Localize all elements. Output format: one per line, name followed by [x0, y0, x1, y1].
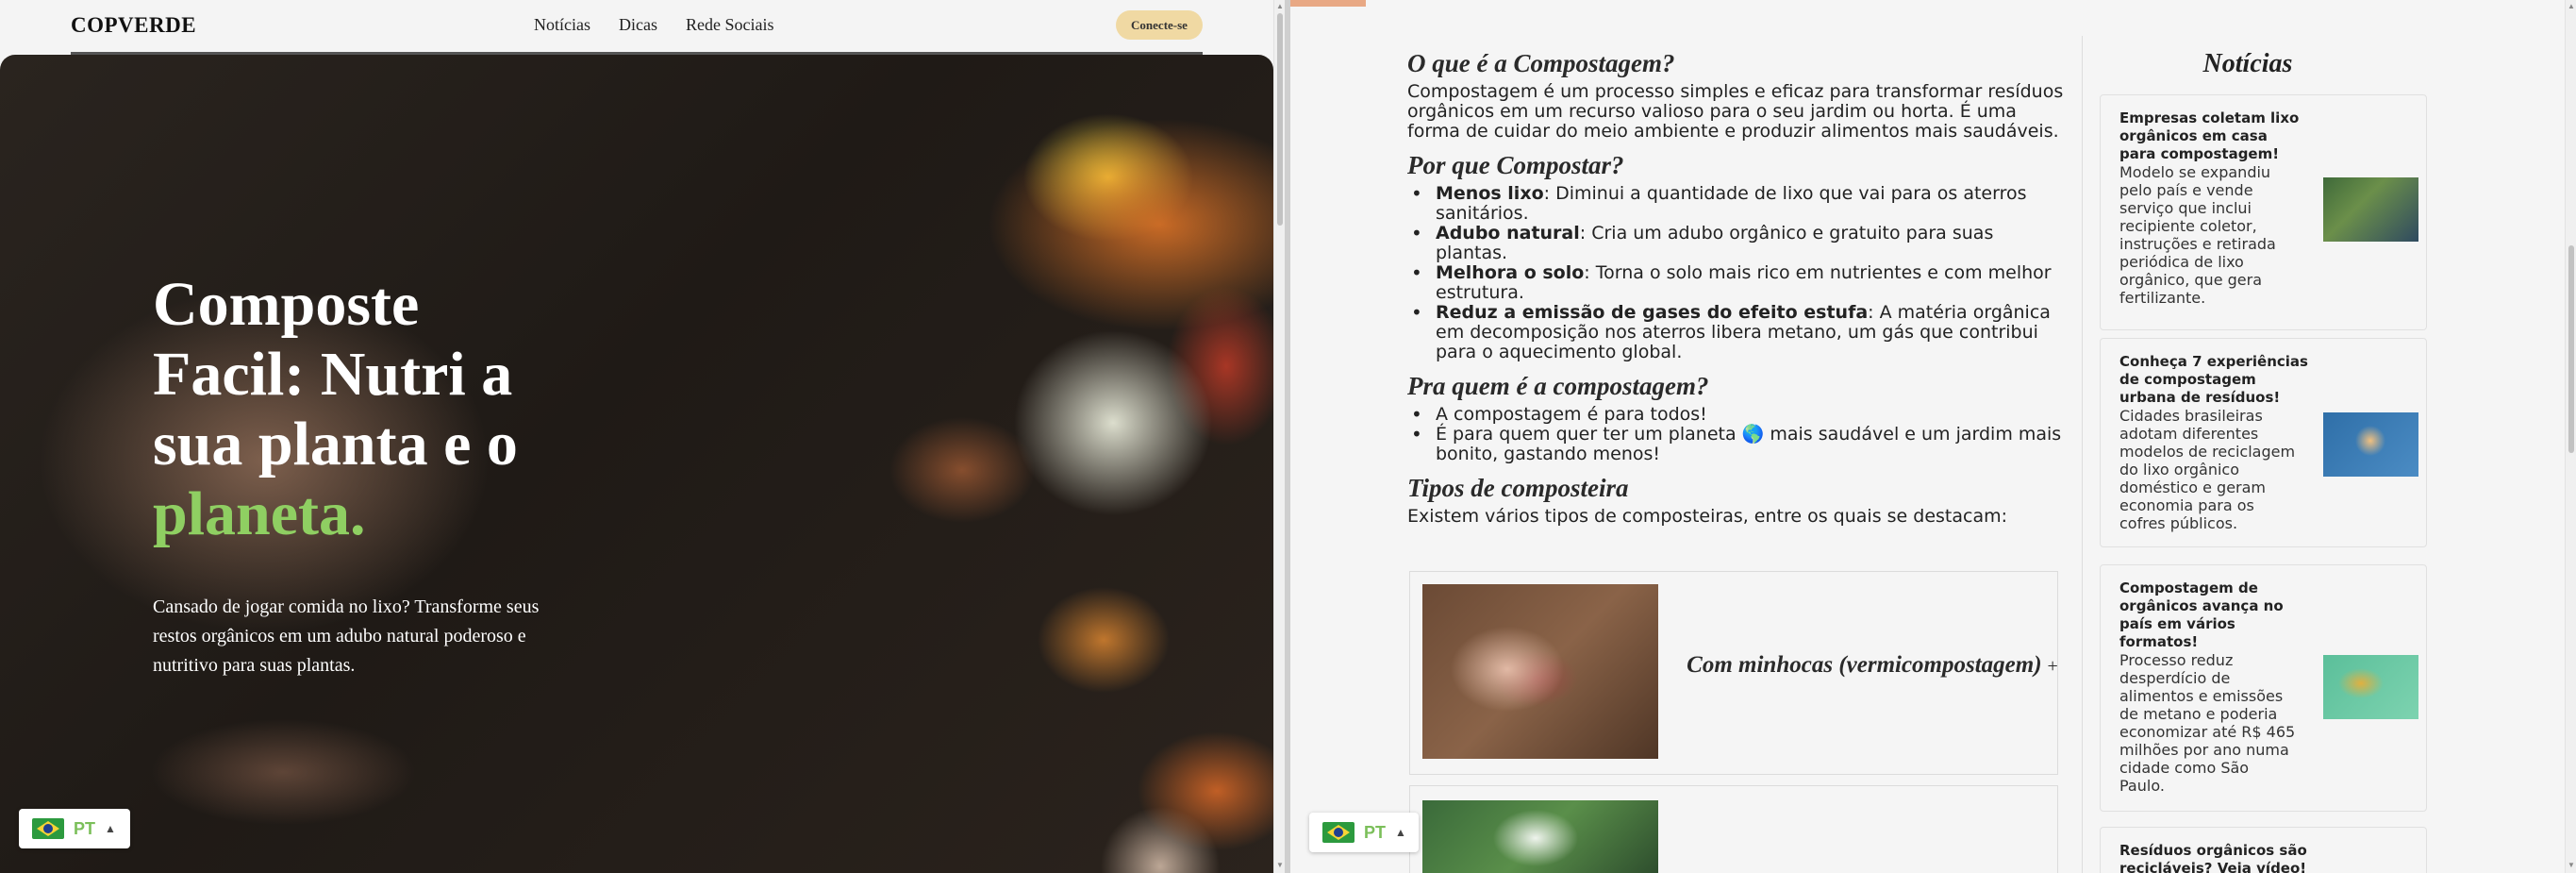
news-card[interactable]: Conheça 7 experiências de compostagem ur…: [2100, 338, 2427, 547]
news-description: Processo reduz desperdício de alimentos …: [2119, 651, 2296, 795]
right-scrollbar-thumb[interactable]: [2568, 245, 2574, 453]
list-item: É para quem quer ter um planeta 🌎 mais s…: [1407, 425, 2068, 464]
brazil-flag-icon: [1322, 822, 1354, 843]
language-code: PT: [74, 818, 96, 838]
right-browser-pane: O que é a Compostagem? Compostagem é um …: [1290, 0, 2576, 873]
scroll-down-icon[interactable]: ▼: [1276, 861, 1284, 869]
scroll-up-icon[interactable]: ▲: [2568, 2, 2575, 10]
nav-links: Notícias Dicas Rede Sociais: [534, 15, 802, 35]
article-content: O que é a Compostagem? Compostagem é um …: [1407, 49, 2068, 536]
hero-title-line-3: sua planta e o: [153, 410, 518, 478]
news-card[interactable]: Resíduos orgânicos são recicláveis? Veja…: [2100, 827, 2427, 873]
brand-logo[interactable]: COPVERDE: [71, 13, 196, 38]
news-title[interactable]: Resíduos orgânicos são recicláveis? Veja…: [2119, 842, 2308, 873]
news-title[interactable]: Empresas coletam lixo orgânicos em casa …: [2119, 109, 2308, 163]
list-item: A compostagem é para todos!: [1407, 405, 2068, 426]
section-title: Tipos de composteira: [1407, 474, 1629, 502]
expand-plus-icon[interactable]: +: [2048, 656, 2058, 677]
hero-title: Composte Facil: Nutri a sua planta e o p…: [153, 270, 624, 549]
section-what-is: O que é a Compostagem? Compostagem é um …: [1407, 49, 2068, 142]
scroll-up-icon[interactable]: ▲: [1276, 2, 1284, 10]
composter-type-title[interactable]: Com minhocas (vermicompostagem) +: [1684, 651, 2061, 680]
language-code: PT: [1364, 822, 1387, 842]
left-browser-pane: COPVERDE Notícias Dicas Rede Sociais Con…: [0, 0, 1273, 873]
section-for-whom: Pra quem é a compostagem? A compostagem …: [1407, 372, 2068, 464]
brazil-flag-icon: [32, 818, 64, 839]
left-scrollbar[interactable]: ▲ ▼: [1273, 0, 1285, 873]
section-title: Pra quem é a compostagem?: [1407, 372, 1709, 400]
list-item: Adubo natural: Cria um adubo orgânico e …: [1407, 224, 2068, 263]
section-title: O que é a Compostagem?: [1407, 49, 1675, 77]
language-selector[interactable]: PT ▲: [19, 809, 130, 848]
list-item: Reduz a emissão de gases do efeito estuf…: [1407, 303, 2068, 362]
news-card[interactable]: Empresas coletam lixo orgânicos em casa …: [2100, 94, 2427, 330]
news-title[interactable]: Compostagem de orgânicos avança no país …: [2119, 579, 2308, 651]
chevron-up-icon: ▲: [1395, 826, 1406, 839]
reading-progress-bar: [1290, 0, 1366, 7]
right-scrollbar[interactable]: ▲ ▼: [2565, 0, 2576, 873]
news-description: Cidades brasileiras adotam diferentes mo…: [2119, 407, 2296, 532]
compost-bucket-image: [1422, 800, 1658, 873]
news-description: Modelo se expandiu pelo país e vende ser…: [2119, 163, 2276, 307]
news-heading: Notícias: [2202, 49, 2293, 78]
hero-title-line-2: Facil: Nutri a: [153, 340, 513, 409]
hero-subtitle: Cansado de jogar comida no lixo? Transfo…: [153, 596, 540, 676]
news-card[interactable]: Compostagem de orgânicos avança no país …: [2100, 564, 2427, 812]
hero-banner: Composte Facil: Nutri a sua planta e o p…: [0, 55, 1273, 873]
column-separator: [2082, 36, 2083, 873]
nav-link-dicas[interactable]: Dicas: [619, 15, 657, 35]
news-thumbnail[interactable]: [2323, 412, 2418, 477]
left-scrollbar-thumb[interactable]: [1277, 13, 1283, 226]
worms-in-hand-image: [1422, 584, 1658, 759]
nav-link-rede-sociais[interactable]: Rede Sociais: [686, 15, 773, 35]
news-title[interactable]: Conheça 7 experiências de compostagem ur…: [2119, 353, 2308, 407]
composter-type-card[interactable]: Com minhocas (vermicompostagem) +: [1409, 571, 2058, 775]
news-thumbnail[interactable]: [2323, 655, 2418, 719]
top-navigation-bar: COPVERDE Notícias Dicas Rede Sociais Con…: [0, 0, 1273, 55]
news-thumbnail[interactable]: [2323, 177, 2418, 242]
connect-button[interactable]: Conecte-se: [1116, 10, 1203, 40]
nav-link-noticias[interactable]: Notícias: [534, 15, 590, 35]
hero-title-line-1: Composte: [153, 270, 420, 339]
chevron-up-icon: ▲: [105, 822, 116, 835]
list-item: Menos lixo: Diminui a quantidade de lixo…: [1407, 184, 2068, 224]
list-item: Melhora o solo: Torna o solo mais rico e…: [1407, 263, 2068, 303]
section-why: Por que Compostar? Menos lixo: Diminui a…: [1407, 151, 2068, 362]
hero-title-accent: planeta.: [153, 479, 366, 548]
section-text: Compostagem é um processo simples e efic…: [1407, 81, 2064, 142]
section-types: Tipos de composteira Existem vários tipo…: [1407, 474, 2068, 527]
section-text: Existem vários tipos de composteiras, en…: [1407, 506, 2008, 527]
composter-type-card[interactable]: [1409, 785, 2058, 873]
scroll-down-icon[interactable]: ▼: [2568, 861, 2575, 869]
language-selector[interactable]: PT ▲: [1309, 813, 1419, 852]
section-title: Por que Compostar?: [1407, 151, 1624, 179]
